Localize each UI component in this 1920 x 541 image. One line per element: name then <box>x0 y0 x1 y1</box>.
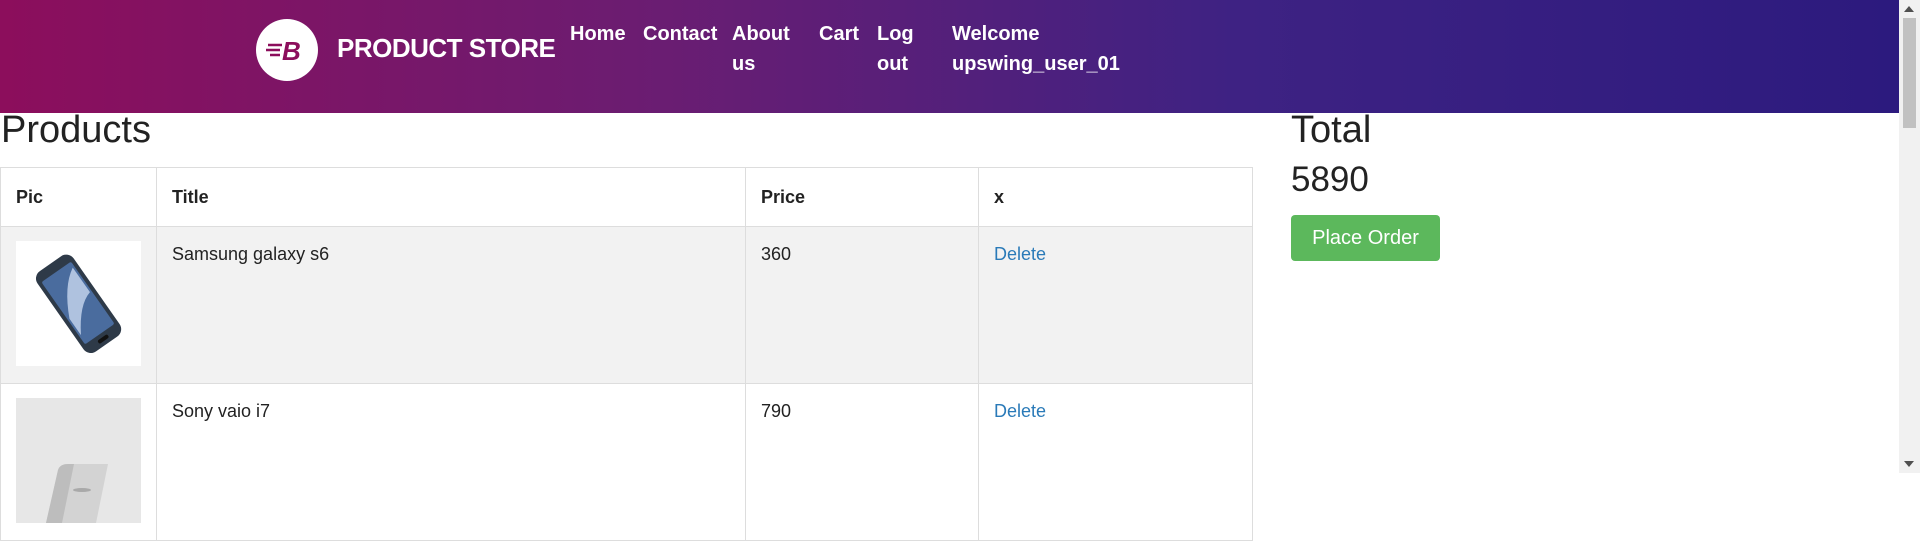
cell-title: Sony vaio i7 <box>156 383 746 541</box>
total-heading: Total <box>1291 109 1372 151</box>
cell-pic <box>0 226 157 384</box>
brand-name[interactable]: PRODUCT STORE <box>337 33 556 64</box>
cell-title: Samsung galaxy s6 <box>156 226 746 384</box>
nav-about-us[interactable]: About us <box>732 19 802 79</box>
column-header-title: Title <box>156 167 746 227</box>
cell-price: 790 <box>745 383 979 541</box>
nav-contact[interactable]: Contact <box>643 19 717 49</box>
nav-log-out[interactable]: Log out <box>877 19 917 79</box>
table-row: Samsung galaxy s6 360 Delete <box>0 226 1253 384</box>
brand-logo-icon: B <box>266 36 301 66</box>
column-header-price: Price <box>745 167 979 227</box>
place-order-button[interactable]: Place Order <box>1291 215 1440 261</box>
brand-logo-letter: B <box>282 36 301 66</box>
navbar: B PRODUCT STORE Home Contact About us Ca… <box>0 0 1899 113</box>
delete-link[interactable]: Delete <box>994 401 1046 421</box>
vertical-scrollbar[interactable] <box>1899 0 1920 473</box>
welcome-user[interactable]: Welcome upswing_user_01 <box>952 19 1132 79</box>
cart-table: Pic Title Price x Samsung galaxy s6 360 … <box>0 167 1253 541</box>
column-header-x: x <box>978 167 1253 227</box>
scroll-up-arrow-icon[interactable] <box>1904 6 1914 12</box>
delete-link[interactable]: Delete <box>994 244 1046 264</box>
scrollbar-thumb[interactable] <box>1903 18 1916 128</box>
nav-cart[interactable]: Cart <box>819 19 859 49</box>
table-header-row: Pic Title Price x <box>0 167 1253 227</box>
scroll-down-arrow-icon[interactable] <box>1904 461 1914 467</box>
cell-pic <box>0 383 157 541</box>
cell-action: Delete <box>978 226 1253 384</box>
brand-logo[interactable]: B <box>256 19 318 81</box>
table-row: Sony vaio i7 790 Delete <box>0 383 1253 541</box>
total-value: 5890 <box>1291 160 1369 199</box>
cell-action: Delete <box>978 383 1253 541</box>
products-heading: Products <box>1 109 151 151</box>
phone-image <box>16 241 141 366</box>
nav-home[interactable]: Home <box>570 19 626 49</box>
column-header-pic: Pic <box>0 167 157 227</box>
laptop-image <box>16 398 141 523</box>
cell-price: 360 <box>745 226 979 384</box>
